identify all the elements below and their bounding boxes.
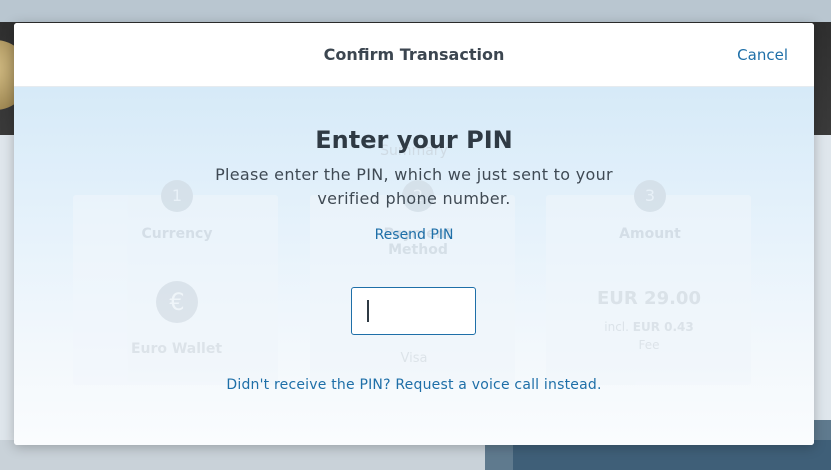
amount-value: EUR 29.00 bbox=[597, 288, 701, 309]
cancel-link[interactable]: Cancel bbox=[737, 46, 788, 64]
modal-title: Confirm Transaction bbox=[323, 45, 505, 64]
pin-input[interactable] bbox=[351, 287, 476, 335]
euro-icon: € bbox=[156, 281, 198, 323]
modal-body: Summary 1 Currency 2 Payment Method 3 Am… bbox=[14, 87, 814, 445]
modal-header: Confirm Transaction Cancel bbox=[14, 23, 814, 87]
currency-name: Euro Wallet bbox=[130, 341, 223, 357]
pin-description: Please enter the PIN, which we just sent… bbox=[215, 165, 613, 208]
fee-prefix: incl. bbox=[604, 320, 629, 334]
pin-heading: Enter your PIN bbox=[315, 126, 513, 154]
confirm-transaction-modal: Confirm Transaction Cancel Summary 1 Cur… bbox=[14, 23, 814, 445]
fee-amount: EUR 0.43 bbox=[632, 320, 694, 334]
fee-label: Fee bbox=[638, 338, 660, 352]
request-voice-call-link[interactable]: Didn't receive the PIN? Request a voice … bbox=[14, 377, 814, 393]
payment-method-name: Visa bbox=[400, 351, 428, 366]
fee-line: incl. EUR 0.43 bbox=[599, 320, 699, 334]
text-caret bbox=[367, 300, 369, 322]
step-number: 1 bbox=[161, 180, 193, 212]
step-number: 3 bbox=[634, 180, 666, 212]
resend-pin-link[interactable]: Resend PIN bbox=[14, 227, 814, 243]
